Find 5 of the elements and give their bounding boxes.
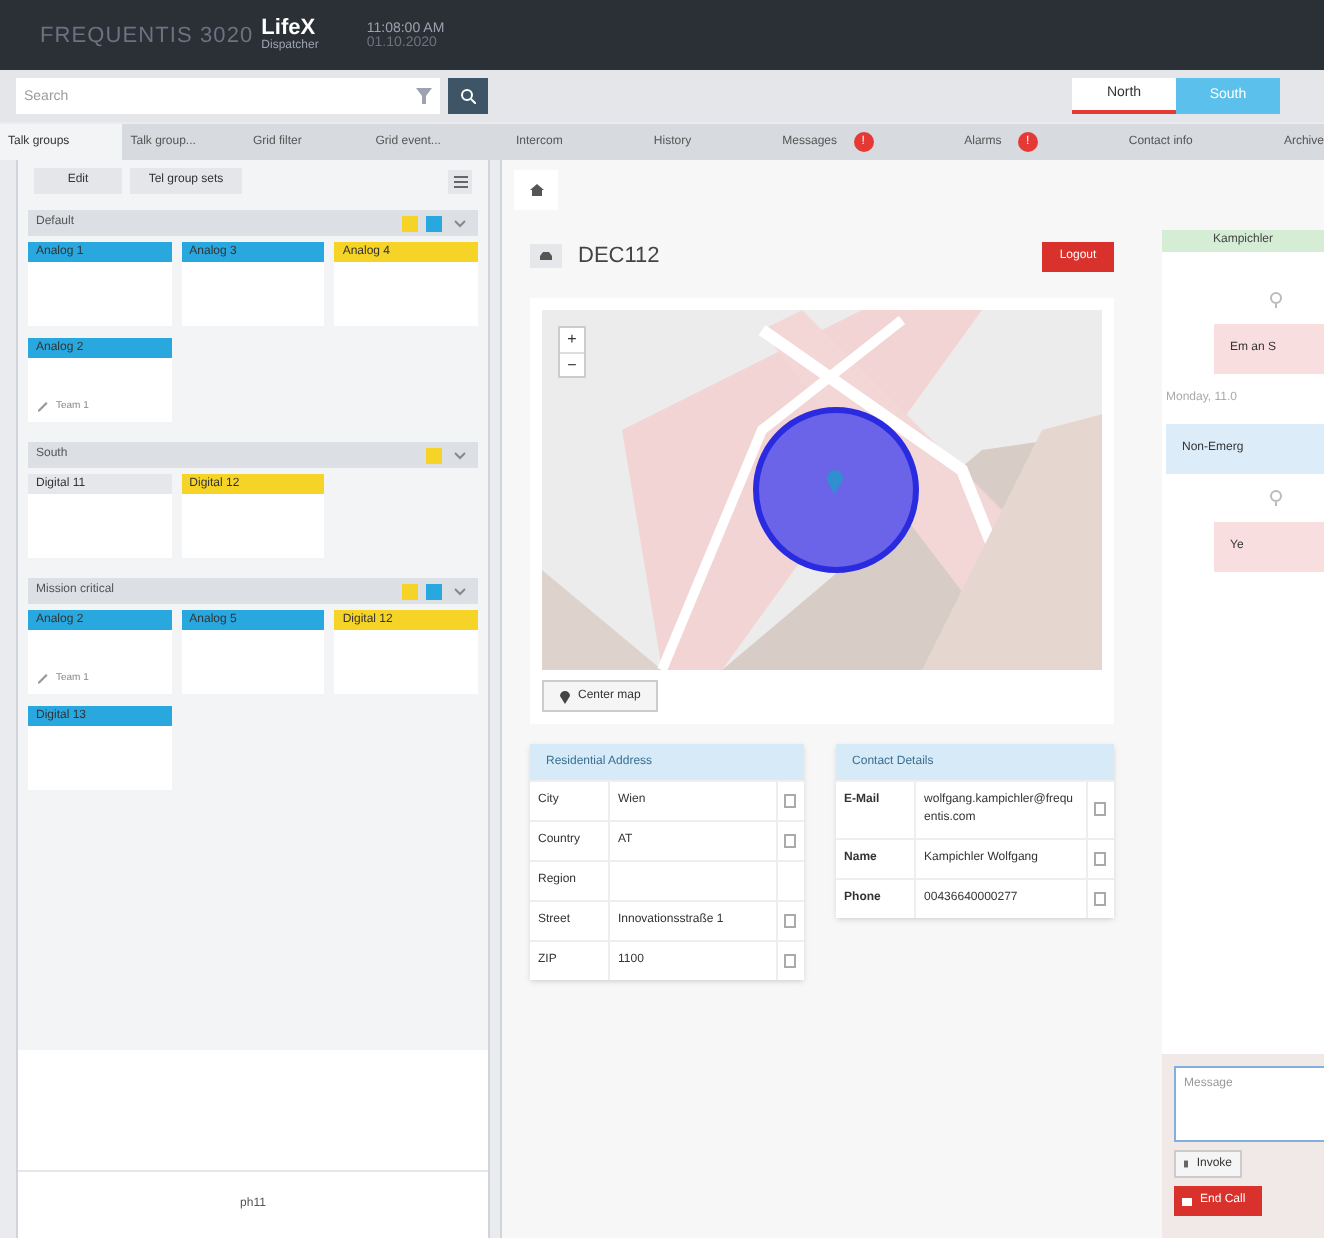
zoom-out-button[interactable]: − (560, 352, 584, 376)
caller-id: DEC112 (578, 241, 660, 272)
brand-name: FREQUENTIS 3020 (40, 21, 254, 51)
zoom-in-button[interactable]: + (560, 328, 584, 352)
product-name: LifeX (261, 18, 316, 40)
